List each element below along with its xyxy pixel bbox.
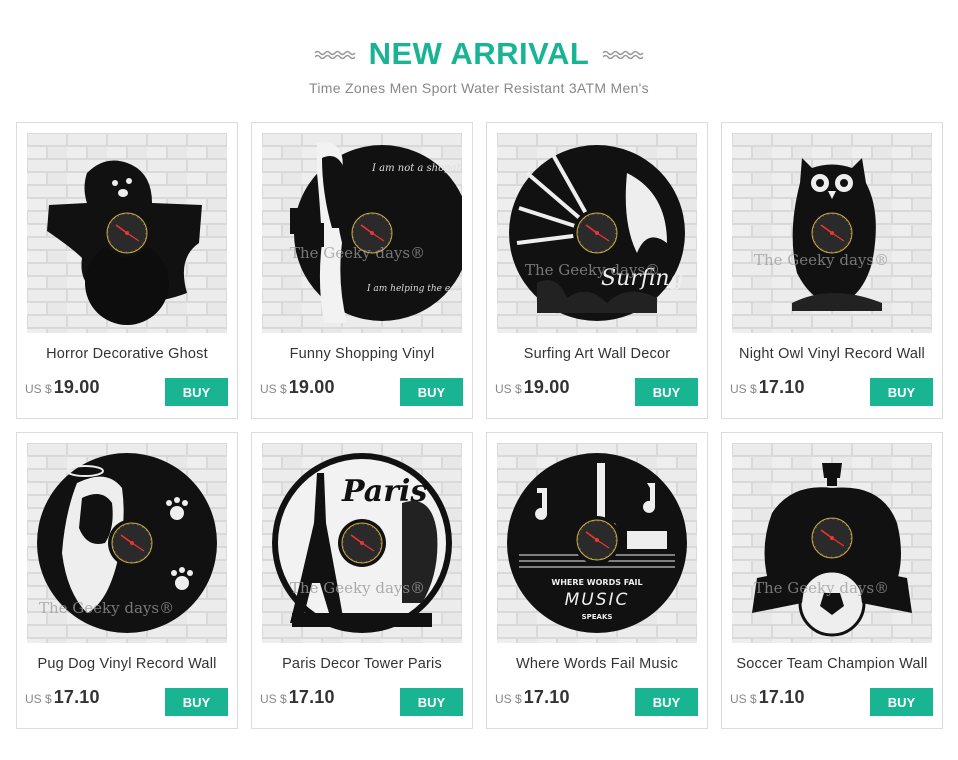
price-currency: US $ [260, 692, 287, 706]
price-amount: 17.10 [288, 687, 335, 707]
product-name[interactable]: Where Words Fail Music [487, 656, 707, 672]
wave-decoration-icon [314, 50, 355, 59]
product-name[interactable]: Funny Shopping Vinyl [252, 346, 472, 362]
music-line1-text: WHERE WORDS FAIL [551, 578, 642, 587]
product-image[interactable]: The Geeky days® [27, 443, 227, 643]
price-currency: US $ [495, 692, 522, 706]
section-subtitle: Time Zones Men Sport Water Resistant 3AT… [309, 80, 649, 96]
product-card[interactable]: I am not a shopaholic I am helping the e… [251, 122, 473, 419]
price-amount: 19.00 [53, 377, 100, 397]
buy-button[interactable]: BUY [635, 688, 698, 716]
product-name[interactable]: Night Owl Vinyl Record Wall [722, 346, 942, 362]
price-currency: US $ [25, 692, 52, 706]
watermark-text: The Geeky days® [525, 261, 660, 279]
buy-button[interactable]: BUY [165, 688, 228, 716]
music-clock-icon: WHERE WORDS FAIL MUSIC SPEAKS [507, 453, 687, 633]
price-currency: US $ [730, 692, 757, 706]
section-title: NEW ARRIVAL [368, 36, 590, 71]
product-price: US $ 17.10 [495, 687, 570, 717]
shopping-top-text: I am not a shopaholic [371, 163, 462, 174]
product-image[interactable]: The Geeky days® [732, 133, 932, 333]
watermark-text: The Geeky days® [290, 579, 425, 597]
product-card[interactable]: The Geeky days® Night Owl Vinyl Record W… [721, 122, 943, 419]
music-line2-text: MUSIC [565, 590, 630, 610]
watermark-text: The Geeky days® [754, 579, 889, 597]
price-amount: 17.10 [758, 687, 805, 707]
paris-clock-icon: Paris The Geeky days® [272, 453, 452, 633]
product-image[interactable]: WHERE WORDS FAIL MUSIC SPEAKS [497, 443, 697, 643]
price-amount: 17.10 [758, 377, 805, 397]
product-price: US $ 17.10 [260, 687, 335, 717]
buy-button[interactable]: BUY [870, 688, 933, 716]
buy-button[interactable]: BUY [635, 378, 698, 406]
product-card[interactable]: WHERE WORDS FAIL MUSIC SPEAKS Where Word… [486, 432, 708, 729]
product-name[interactable]: Surfing Art Wall Decor [487, 346, 707, 362]
watermark-text: The Geeky days® [39, 599, 174, 617]
price-currency: US $ [495, 382, 522, 396]
product-price: US $ 17.10 [730, 377, 805, 407]
price-amount: 17.10 [523, 687, 570, 707]
pug-dog-clock-icon: The Geeky days® [37, 453, 217, 633]
product-price: US $ 17.10 [25, 687, 100, 717]
product-price: US $ 17.10 [730, 687, 805, 717]
product-image[interactable]: Paris The Geeky days® [262, 443, 462, 643]
product-price: US $ 19.00 [25, 377, 100, 407]
product-name[interactable]: Pug Dog Vinyl Record Wall [17, 656, 237, 672]
product-price: US $ 19.00 [495, 377, 570, 407]
product-name[interactable]: Horror Decorative Ghost [17, 346, 237, 362]
buy-button[interactable]: BUY [870, 378, 933, 406]
product-name[interactable]: Soccer Team Champion Wall [722, 656, 942, 672]
product-image[interactable]: I am not a shopaholic I am helping the e… [262, 133, 462, 333]
price-amount: 19.00 [523, 377, 570, 397]
watermark-text: The Geeky days® [290, 244, 425, 262]
product-price: US $ 19.00 [260, 377, 335, 407]
buy-button[interactable]: BUY [400, 378, 463, 406]
wave-decoration-icon [603, 50, 644, 59]
product-card[interactable]: The Geeky days® Pug Dog Vinyl Record Wal… [16, 432, 238, 729]
product-card[interactable]: Surfing The Geeky days® Surfing Art Wall… [486, 122, 708, 419]
product-card[interactable]: Paris The Geeky days® Paris Decor Tower … [251, 432, 473, 729]
product-image[interactable]: Surfing The Geeky days® [497, 133, 697, 333]
paris-word-text: Paris [341, 474, 427, 509]
music-line3-text: SPEAKS [582, 613, 613, 621]
product-card[interactable]: Horror Decorative Ghost US $ 19.00 BUY [16, 122, 238, 419]
price-currency: US $ [260, 382, 287, 396]
section-header: NEW ARRIVAL Time Zones Men Sport Water R… [0, 0, 958, 110]
price-currency: US $ [730, 382, 757, 396]
product-card[interactable]: The Geeky days® Soccer Team Champion Wal… [721, 432, 943, 729]
price-amount: 19.00 [288, 377, 335, 397]
shopping-bottom-text: I am helping the economy [366, 284, 462, 294]
price-currency: US $ [25, 382, 52, 396]
buy-button[interactable]: BUY [400, 688, 463, 716]
price-amount: 17.10 [53, 687, 100, 707]
title-row: NEW ARRIVAL [0, 36, 958, 72]
buy-button[interactable]: BUY [165, 378, 228, 406]
product-name[interactable]: Paris Decor Tower Paris [252, 656, 472, 672]
product-image[interactable]: The Geeky days® [732, 443, 932, 643]
product-image[interactable] [27, 133, 227, 333]
watermark-text: The Geeky days® [754, 251, 889, 269]
surfing-clock-icon: Surfing The Geeky days® [509, 145, 685, 321]
